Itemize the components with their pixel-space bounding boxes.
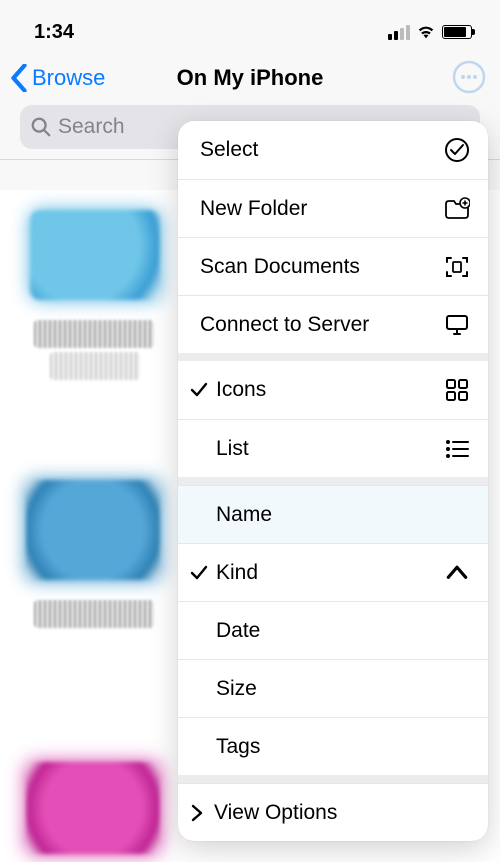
wifi-icon: [416, 24, 436, 40]
nav-header: Browse On My iPhone: [0, 50, 500, 105]
chevron-right-icon: [186, 804, 208, 822]
menu-label: List: [216, 437, 444, 461]
status-time: 1:34: [34, 21, 74, 44]
checkmark-circle-icon: [444, 137, 470, 163]
menu-item-connect-server[interactable]: Connect to Server: [178, 295, 488, 353]
highlighted-section: Icons List Name Kind: [178, 361, 488, 841]
menu-item-sort-tags[interactable]: Tags: [178, 717, 488, 775]
menu-item-select[interactable]: Select: [178, 121, 488, 179]
grid-icon: [444, 377, 470, 403]
menu-separator: [178, 353, 488, 361]
menu-item-sort-date[interactable]: Date: [178, 601, 488, 659]
menu-label: Size: [216, 677, 470, 701]
back-button[interactable]: Browse: [0, 64, 105, 92]
menu-label: Scan Documents: [200, 255, 444, 279]
menu-label: Select: [200, 138, 444, 162]
menu-item-sort-name[interactable]: Name: [178, 485, 488, 543]
menu-item-new-folder[interactable]: New Folder: [178, 179, 488, 237]
menu-label: Connect to Server: [200, 313, 444, 337]
menu-item-view-options[interactable]: View Options: [178, 783, 488, 841]
search-icon: [30, 116, 52, 138]
ellipsis-circle-icon: [452, 60, 486, 94]
menu-item-icons[interactable]: Icons: [178, 361, 488, 419]
checkmark-icon: [188, 564, 210, 582]
menu-item-sort-size[interactable]: Size: [178, 659, 488, 717]
menu-label: Tags: [216, 735, 470, 759]
menu-item-list[interactable]: List: [178, 419, 488, 477]
scan-icon: [444, 254, 470, 280]
battery-icon: [442, 25, 472, 39]
menu-item-scan-documents[interactable]: Scan Documents: [178, 237, 488, 295]
chevron-left-icon: [10, 64, 28, 92]
server-icon: [444, 312, 470, 338]
more-button[interactable]: [452, 60, 486, 94]
menu-label: New Folder: [200, 197, 444, 221]
menu-label: Kind: [216, 561, 444, 585]
search-placeholder: Search: [58, 115, 125, 139]
folder-plus-icon: [444, 196, 470, 222]
checkmark-icon: [188, 381, 210, 399]
screen: 1:34 Browse On My iPhone Search: [0, 0, 500, 862]
status-indicators: [388, 24, 472, 40]
status-bar: 1:34: [0, 0, 500, 50]
menu-label: Name: [216, 503, 470, 527]
menu-separator: [178, 477, 488, 485]
list-icon: [444, 436, 470, 462]
menu-label: Date: [216, 619, 470, 643]
menu-separator: [178, 775, 488, 783]
back-label: Browse: [32, 65, 105, 91]
chevron-up-icon: [444, 560, 470, 586]
context-menu: Select New Folder Scan Documents Connect…: [178, 121, 488, 841]
menu-item-sort-kind[interactable]: Kind: [178, 543, 488, 601]
menu-label: View Options: [214, 801, 470, 825]
cellular-icon: [388, 25, 410, 40]
menu-label: Icons: [216, 378, 444, 402]
